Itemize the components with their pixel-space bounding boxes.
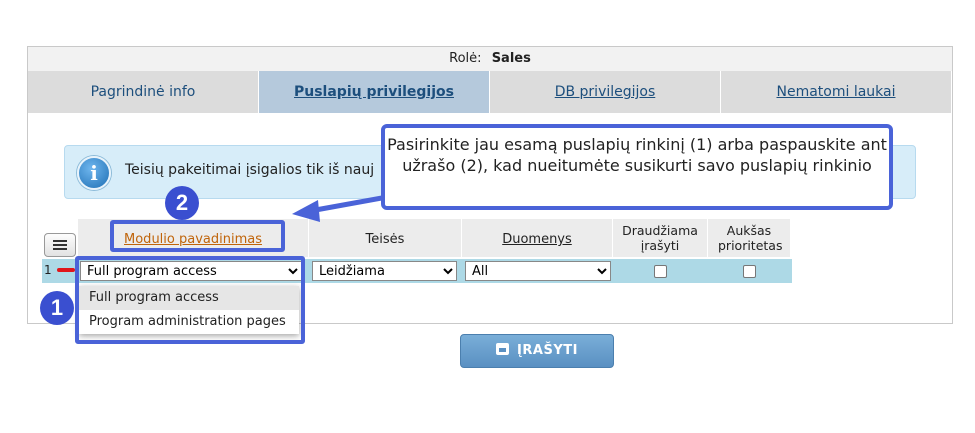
callout-text: Pasirinkite jau esamą puslapių rinkinį (… [387, 135, 887, 175]
callout-arrow [292, 195, 383, 222]
instruction-callout: Pasirinkite jau esamą puslapių rinkinį (… [381, 124, 893, 210]
save-button-label: ĮRAŠYTI [517, 343, 578, 358]
save-icon [496, 343, 510, 355]
save-button[interactable]: ĮRAŠYTI [460, 334, 614, 368]
